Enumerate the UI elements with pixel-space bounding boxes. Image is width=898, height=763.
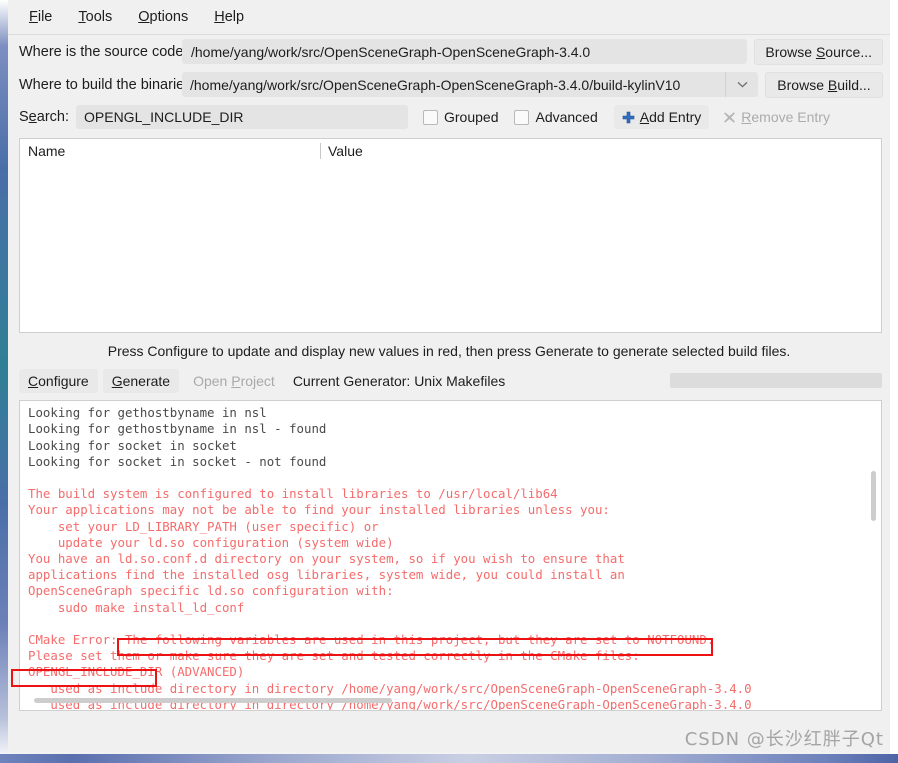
generate-button[interactable]: Generate — [102, 368, 180, 393]
menu-file-label: ile — [37, 9, 53, 25]
chevron-down-icon[interactable] — [725, 72, 758, 97]
console-line: Your applications may not be able to fin… — [28, 502, 610, 518]
cache-entries-panel[interactable]: Name Value — [19, 138, 882, 333]
search-label: Search: — [19, 109, 69, 125]
browse-build-button[interactable]: Browse Build... — [765, 71, 883, 98]
menu-tools-label: ools — [85, 9, 113, 25]
current-generator-label: Current Generator: Unix Makefiles — [292, 372, 506, 389]
search-input[interactable]: OPENGL_INCLUDE_DIR — [76, 105, 408, 129]
console-line: OPENGL_INCLUDE_DIR (ADVANCED) — [28, 664, 245, 680]
window-border-left — [0, 0, 8, 763]
console-line: sudo make install_ld_conf — [28, 599, 245, 615]
window-border-bottom — [0, 754, 898, 763]
console-line: Looking for socket in socket — [28, 437, 237, 453]
browse-build-label: Browse Build... — [777, 76, 871, 93]
configure-button-label: onfigure — [38, 372, 89, 389]
menu-options-label: ptions — [149, 9, 189, 25]
column-header-name[interactable]: Name — [20, 143, 320, 159]
window-border-right — [890, 0, 898, 754]
console-horizontal-scrollbar-thumb[interactable] — [34, 698, 392, 703]
grouped-checkbox-label: Grouped — [444, 109, 499, 125]
console-line: update your ld.so configuration (system … — [28, 534, 394, 550]
grouped-checkbox[interactable]: Grouped — [423, 109, 498, 125]
menu-help[interactable]: Help — [203, 5, 255, 29]
build-path-label: Where to build the binaries: — [19, 76, 196, 93]
open-project-button[interactable]: Open Project — [184, 369, 284, 393]
console-output-panel[interactable]: Found Kerberos version 1.17.1Looking for… — [19, 400, 882, 711]
remove-entry-button[interactable]: Remove Entry — [715, 105, 838, 129]
console-line: You have an ld.so.conf.d directory on yo… — [28, 551, 625, 567]
source-path-row: Where is the source code: /home/yang/wor… — [8, 35, 890, 68]
console-line: Looking for gethostbyname in nsl - found — [28, 421, 327, 437]
advanced-checkbox[interactable]: Advanced — [514, 109, 598, 125]
column-header-value[interactable]: Value — [320, 143, 881, 159]
console-line: The build system is configured to instal… — [28, 486, 558, 502]
grouped-checkbox-box[interactable] — [423, 109, 438, 125]
configure-button[interactable]: Configure — [19, 368, 98, 393]
search-row: Search: OPENGL_INCLUDE_DIR Grouped Advan… — [8, 101, 890, 133]
menu-options[interactable]: Options — [127, 5, 199, 29]
menu-tools[interactable]: Tools — [67, 5, 123, 29]
browse-source-button[interactable]: Browse Source... — [754, 38, 883, 65]
menu-file[interactable]: File — [18, 5, 63, 29]
build-path-row: Where to build the binaries: /home/yang/… — [8, 68, 890, 101]
menu-bar: File Tools Options Help — [8, 0, 890, 35]
remove-entry-label: Remove Entry — [741, 109, 830, 125]
add-entry-label: Add Entry — [639, 109, 702, 125]
console-line: OpenSceneGraph specific ld.so configurat… — [28, 583, 394, 599]
add-entry-button[interactable]: Add Entry — [613, 105, 710, 129]
console-vertical-scrollbar-thumb[interactable] — [871, 471, 876, 521]
console-line: set your LD_LIBRARY_PATH (user specific)… — [28, 518, 379, 534]
console-line: applications find the installed osg libr… — [28, 567, 625, 583]
console-line: CMake Error: The following variables are… — [28, 632, 715, 648]
plus-icon — [622, 111, 635, 123]
cmake-gui-window: File Tools Options Help Where is the sou… — [0, 0, 898, 763]
console-output-text: Found Kerberos version 1.17.1Looking for… — [20, 401, 881, 710]
console-line: Please set them or make sure they are se… — [28, 648, 640, 664]
console-line: used as include directory in directory /… — [28, 680, 752, 696]
source-path-label: Where is the source code: — [19, 43, 188, 60]
console-vertical-scrollbar[interactable] — [870, 403, 879, 696]
build-path-input[interactable]: /home/yang/work/src/OpenSceneGraph-OpenS… — [182, 72, 725, 97]
generate-button-label: enerate — [122, 372, 171, 389]
browse-source-label: Browse Source... — [765, 43, 872, 60]
configure-hint-text: Press Configure to update and display ne… — [107, 343, 791, 359]
menu-help-label: elp — [224, 9, 245, 25]
advanced-checkbox-box[interactable] — [514, 109, 530, 125]
console-horizontal-scrollbar[interactable] — [22, 698, 867, 707]
console-line: Looking for gethostbyname in nsl — [28, 405, 267, 421]
client-area: File Tools Options Help Where is the sou… — [8, 0, 890, 752]
cache-table-body[interactable] — [20, 163, 881, 331]
progress-bar — [670, 373, 882, 388]
console-line: Looking for socket in socket - not found — [28, 453, 327, 469]
source-path-input[interactable]: /home/yang/work/src/OpenSceneGraph-OpenS… — [182, 39, 748, 64]
remove-x-icon — [724, 111, 736, 123]
cache-table-header: Name Value — [20, 139, 881, 163]
action-bar: Configure Generate Open Project Current … — [8, 367, 890, 394]
build-path-combobox[interactable]: /home/yang/work/src/OpenSceneGraph-OpenS… — [182, 72, 758, 97]
advanced-checkbox-label: Advanced — [535, 109, 598, 125]
